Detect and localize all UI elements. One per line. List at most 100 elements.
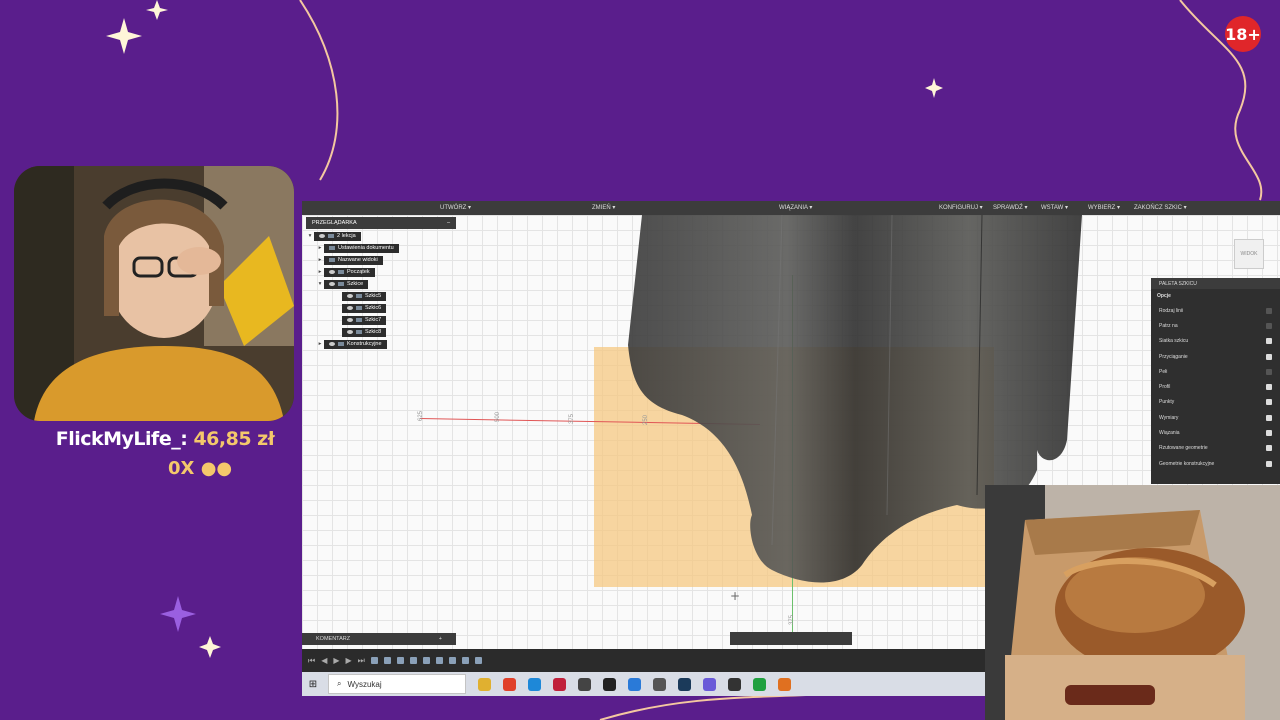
view-cube[interactable]: WIDOK (1234, 239, 1264, 269)
toolbar-select[interactable]: WYBIERZ ▾ (1088, 204, 1120, 211)
palette-row[interactable]: Pełi (1151, 364, 1280, 379)
palette-checkbox[interactable] (1266, 384, 1272, 391)
sketch-label: Szkic6 (365, 305, 382, 311)
sketch-label: Szkic5 (365, 293, 382, 299)
first-frame-icon[interactable]: ⏮ (308, 656, 315, 666)
palette-row[interactable]: Profil (1151, 379, 1280, 394)
timeline-feature-icon[interactable] (474, 657, 482, 664)
palette-row[interactable]: Siatka szkicu (1151, 334, 1280, 349)
palette-checkbox[interactable] (1266, 307, 1272, 314)
toolbar-inspect[interactable]: SPRAWDŹ ▾ (993, 204, 1027, 211)
palette-row[interactable]: Wiązania (1151, 425, 1280, 440)
last-frame-icon[interactable]: ⏭ (358, 656, 365, 666)
palette-checkbox[interactable] (1266, 399, 1272, 406)
app-icon[interactable] (753, 677, 766, 691)
play-icon[interactable]: ▶ (333, 656, 339, 665)
toolbar-modify[interactable]: ZMIEŃ ▾ (592, 204, 615, 211)
node: Szkic7 (342, 315, 387, 325)
timeline-feature-icon[interactable] (422, 657, 430, 664)
toolbar-finish-sketch[interactable]: ZAKOŃCZ SZKIC ▾ (1134, 204, 1187, 211)
add-comment-icon[interactable]: + (439, 636, 442, 642)
palette-row[interactable]: Patrz na (1151, 318, 1280, 333)
caret-right-icon[interactable]: ▸ (316, 341, 324, 347)
palette-row-label: Rodzaj linii (1159, 307, 1184, 314)
app-icon[interactable] (628, 677, 641, 691)
search-icon: ⌕ (337, 679, 342, 688)
timeline-feature-icon[interactable] (409, 657, 417, 664)
timeline-feature-icon[interactable] (461, 657, 469, 664)
collapse-icon[interactable]: – (447, 220, 450, 226)
tree-root[interactable]: ▾ 2 lekcja (306, 231, 456, 241)
windows-start-icon[interactable]: ⊞ (302, 672, 324, 696)
tree-item[interactable]: ▸ Ustawienia dokumentu (306, 243, 456, 253)
caret-down-icon[interactable]: ▾ (306, 233, 314, 239)
prev-frame-icon[interactable]: ◀ (321, 656, 327, 665)
sketch-item[interactable]: Szkic5 (306, 291, 456, 301)
sketch-icon (356, 306, 362, 310)
caret-down-icon[interactable]: ▾ (316, 281, 324, 287)
palette-row[interactable]: Rodzaj linii (1151, 303, 1280, 318)
timeline-feature-icon[interactable] (435, 657, 443, 664)
palette-row[interactable]: Geometrie konstrukcyjne (1151, 456, 1280, 471)
folder-icon (329, 258, 335, 262)
toolbar-constraints[interactable]: WIĄZANIA ▾ (779, 204, 812, 211)
tree-item[interactable]: ▸ Konstrukcyjne (306, 339, 456, 349)
obs-icon[interactable] (653, 677, 666, 691)
toolbar-create[interactable]: UTWÓRZ ▾ (440, 204, 471, 211)
steam-icon[interactable] (678, 677, 691, 691)
edge-icon[interactable] (528, 677, 541, 691)
brave-icon[interactable] (503, 677, 516, 691)
taskbar-search[interactable]: ⌕ Wyszukaj (328, 674, 466, 694)
eye-icon[interactable] (347, 294, 353, 298)
timeline-feature-icon[interactable] (448, 657, 456, 664)
sketch-item[interactable]: Szkic6 (306, 303, 456, 313)
eye-icon[interactable] (347, 306, 353, 310)
navigation-toolbar[interactable] (730, 632, 852, 645)
timeline-feature-icon[interactable] (370, 657, 378, 664)
palette-row[interactable]: Rzutowane geometrie (1151, 441, 1280, 456)
opera-icon[interactable] (553, 677, 566, 691)
caret-right-icon[interactable]: ▸ (316, 257, 324, 263)
tree-item[interactable]: ▸ Nazwane widoki (306, 255, 456, 265)
palette-row[interactable]: Przyciąganie (1151, 349, 1280, 364)
eye-icon[interactable] (329, 342, 335, 346)
tree-item[interactable]: ▾ Szkice (306, 279, 456, 289)
palette-checkbox[interactable] (1266, 368, 1272, 375)
timeline-feature-icon[interactable] (396, 657, 404, 664)
sketch-item[interactable]: Szkic7 (306, 315, 456, 325)
eye-icon[interactable] (347, 318, 353, 322)
palette-row-label: Wymiary (1159, 414, 1179, 421)
app-icon[interactable] (728, 677, 741, 691)
node: Szkic5 (342, 291, 387, 301)
palette-checkbox[interactable] (1266, 414, 1272, 421)
file-explorer-icon[interactable] (478, 677, 491, 691)
palette-section[interactable]: Opcje (1151, 289, 1280, 303)
palette-checkbox[interactable] (1266, 322, 1272, 329)
eye-icon[interactable] (319, 234, 325, 238)
palette-row[interactable]: Punkty (1151, 395, 1280, 410)
caret-right-icon[interactable]: ▸ (316, 245, 324, 251)
sketch-icon (356, 294, 362, 298)
palette-row[interactable]: Wymiary (1151, 410, 1280, 425)
palette-checkbox[interactable] (1266, 430, 1272, 437)
timeline-bar: ⏮ ◀ ▶ ▶ ⏭ (302, 649, 985, 672)
palette-checkbox[interactable] (1266, 460, 1272, 467)
toolbar-configure[interactable]: KONFIGURUJ ▾ (939, 204, 983, 211)
timeline-feature-icon[interactable] (383, 657, 391, 664)
eye-icon[interactable] (347, 330, 353, 334)
next-frame-icon[interactable]: ▶ (346, 656, 352, 665)
tree-item[interactable]: ▸ Początek (306, 267, 456, 277)
palette-checkbox[interactable] (1266, 353, 1272, 360)
eye-icon[interactable] (329, 282, 335, 286)
palette-checkbox[interactable] (1266, 445, 1272, 452)
app-icon[interactable] (578, 677, 591, 691)
sketch-item[interactable]: Szkic8 (306, 327, 456, 337)
eye-icon[interactable] (329, 270, 335, 274)
discord-icon[interactable] (703, 677, 716, 691)
caret-right-icon[interactable]: ▸ (316, 269, 324, 275)
comment-bar[interactable]: KOMENTARZ + (302, 633, 456, 645)
epic-games-icon[interactable] (603, 677, 616, 691)
palette-checkbox[interactable] (1266, 338, 1272, 345)
fusion-icon[interactable] (778, 677, 791, 691)
toolbar-insert[interactable]: WSTAW ▾ (1041, 204, 1068, 211)
